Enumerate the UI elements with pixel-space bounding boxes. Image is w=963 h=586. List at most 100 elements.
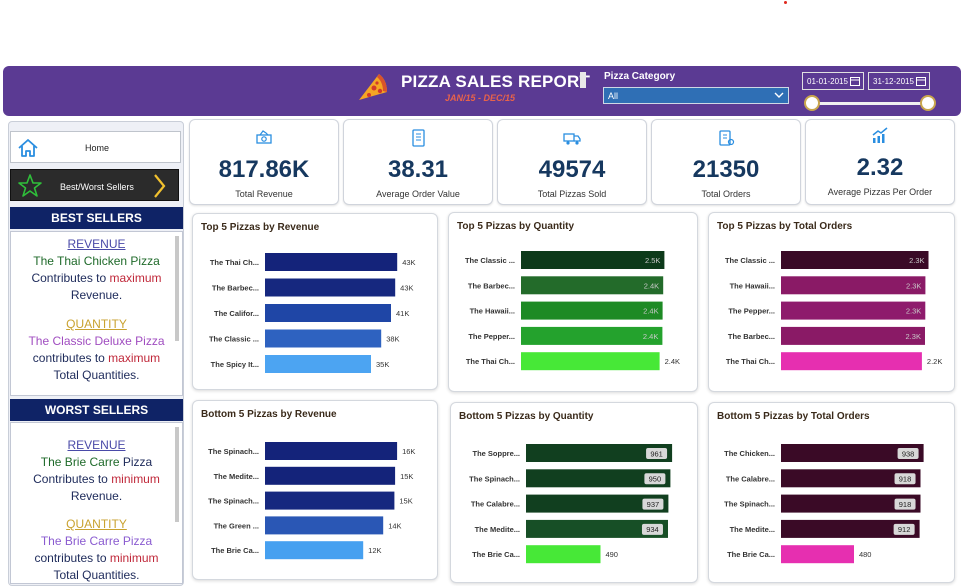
bar-value-label: 43K xyxy=(400,284,413,293)
worst-quantity-label: QUANTITY xyxy=(66,517,127,531)
date-range-end-handle[interactable] xyxy=(920,95,936,111)
kpi-value: 21350 xyxy=(692,156,760,183)
date-to-input[interactable]: 31-12-2015 xyxy=(868,72,930,90)
date-from-value: 01-01-2015 xyxy=(807,77,848,86)
bar-value-label: 961 xyxy=(650,449,663,458)
worst-sellers-panel: REVENUE The Brie Carre Pizza Contributes… xyxy=(10,422,183,584)
bar[interactable] xyxy=(265,278,396,297)
bar[interactable] xyxy=(265,253,398,271)
home-nav-label: Home xyxy=(85,143,110,153)
chevron-right-icon xyxy=(154,174,166,198)
bar-category-label: The Spinach... xyxy=(724,500,775,509)
bar[interactable] xyxy=(521,276,664,295)
bar-value-label: 12K xyxy=(368,546,381,555)
worst-quantity-emphasis: minimum xyxy=(109,551,159,565)
bar-category-label: The Brie Ca... xyxy=(211,546,259,555)
best-sellers-heading: BEST SELLERS xyxy=(10,207,183,229)
bar-category-label: The Classic ... xyxy=(209,335,259,344)
bar-category-label: The Barbec... xyxy=(728,332,775,341)
home-icon xyxy=(18,139,38,157)
bar-category-label: The Thai Ch... xyxy=(726,357,775,366)
kpi-label: Total Revenue xyxy=(235,189,293,199)
bar[interactable] xyxy=(265,516,384,535)
bar[interactable] xyxy=(521,352,660,371)
best-sellers-scrollbar[interactable] xyxy=(175,236,179,341)
bar-category-label: The Medite... xyxy=(475,525,520,534)
bar-value-label: 937 xyxy=(647,500,660,509)
bar[interactable] xyxy=(265,541,364,560)
bar[interactable] xyxy=(781,251,929,269)
worst-revenue-text-2: Revenue. xyxy=(70,489,123,503)
bar[interactable] xyxy=(265,442,398,460)
bar-value-label: 15K xyxy=(399,497,412,506)
delivery-icon xyxy=(563,133,581,145)
bar-value-label: 918 xyxy=(899,500,912,509)
chart-card-top-revenue: Top 5 Pizzas by Revenue The Thai Ch... 43… xyxy=(192,213,438,390)
date-to-value: 31-12-2015 xyxy=(873,77,914,86)
bar-category-label: The Medite... xyxy=(730,525,775,534)
bar-category-label: The Soppre... xyxy=(472,449,520,458)
bar-category-label: The Calabre... xyxy=(471,500,520,509)
category-dropdown-value: All xyxy=(608,91,619,101)
best-worst-sellers-nav-button[interactable]: Best/Worst Sellers xyxy=(10,169,179,201)
bar[interactable] xyxy=(265,466,396,485)
bar-category-label: The Classic ... xyxy=(465,256,515,265)
bar[interactable] xyxy=(781,545,854,564)
orders-icon xyxy=(719,130,735,146)
chart-top-revenue: The Thai Ch... 43K The Barbec... 43K The Cal… xyxy=(209,253,416,373)
bar[interactable] xyxy=(521,251,665,269)
date-from-input[interactable]: 01-01-2015 xyxy=(802,72,864,90)
bar-value-label: 2.3K xyxy=(906,332,921,341)
bar[interactable] xyxy=(781,352,922,371)
bar-value-label: 2.3K xyxy=(909,256,924,265)
bar[interactable] xyxy=(781,276,926,295)
chart-up-icon xyxy=(872,127,888,143)
bar-category-label: The Brie Ca... xyxy=(472,550,520,559)
kpi-average-pizzas-per-order: 2.32 Average Pizzas Per Order xyxy=(805,119,955,205)
bar-value-label: 2.4K xyxy=(644,281,659,290)
bar-value-label: 918 xyxy=(899,475,912,484)
best-worst-nav-label: Best/Worst Sellers xyxy=(60,182,134,192)
date-range-start-handle[interactable] xyxy=(804,95,820,111)
worst-revenue-emphasis: minimum xyxy=(111,472,160,486)
bar-value-label: 2.3K xyxy=(906,307,921,316)
chevron-down-icon xyxy=(774,92,784,98)
worst-revenue-pizza-suffix: Pizza xyxy=(119,455,153,469)
bar[interactable] xyxy=(521,301,663,320)
best-revenue-text: Contributes to xyxy=(31,271,110,285)
bar-value-label: 2.4K xyxy=(643,307,658,316)
money-icon xyxy=(256,130,272,144)
bar[interactable] xyxy=(781,326,925,345)
category-dropdown[interactable]: All xyxy=(603,87,789,104)
chart-card-bottom-revenue: Bottom 5 Pizzas by Revenue The Spinach..… xyxy=(192,400,438,580)
home-nav-button[interactable]: Home xyxy=(10,131,181,163)
bar-value-label: 2.5K xyxy=(645,256,660,265)
chart-bottom-quantity: The Soppre... 961 The Spinach... 950 The Cal… xyxy=(469,444,673,564)
worst-quantity-pizza: The Brie Carre Pizza xyxy=(40,534,153,548)
report-title: PIZZA SALES REPORT xyxy=(401,72,591,91)
kpi-total-orders: 21350 Total Orders xyxy=(651,119,801,205)
worst-sellers-scrollbar[interactable] xyxy=(175,427,179,522)
bar[interactable] xyxy=(526,545,601,564)
chart-card-bottom-quantity: Bottom 5 Pizzas by Quantity The Soppre..… xyxy=(450,402,698,583)
bar-value-label: 912 xyxy=(898,525,911,534)
date-range-slider[interactable] xyxy=(813,102,931,105)
bar[interactable] xyxy=(265,491,395,510)
bar[interactable] xyxy=(781,301,926,320)
bar-category-label: The Spinach... xyxy=(469,474,520,483)
category-filter-label: Pizza Category xyxy=(604,71,676,82)
bar[interactable] xyxy=(265,355,371,373)
kpi-value: 38.31 xyxy=(387,156,449,183)
worst-revenue-label: REVENUE xyxy=(67,438,126,452)
bar-value-label: 2.3K xyxy=(906,281,921,290)
worst-quantity-text: contributes to xyxy=(34,551,110,565)
kpi-label: Average Order Value xyxy=(376,189,460,199)
bar[interactable] xyxy=(265,304,391,322)
bar-category-label: The Spinach... xyxy=(208,447,259,456)
kpi-label: Total Orders xyxy=(701,189,751,199)
bar-value-label: 2.2K xyxy=(927,357,942,366)
chart-card-top-orders: Top 5 Pizzas by Total Orders The Classic… xyxy=(708,212,955,392)
bar-value-label: 2.4K xyxy=(643,332,658,341)
bar[interactable] xyxy=(265,329,382,348)
bar[interactable] xyxy=(521,326,663,345)
